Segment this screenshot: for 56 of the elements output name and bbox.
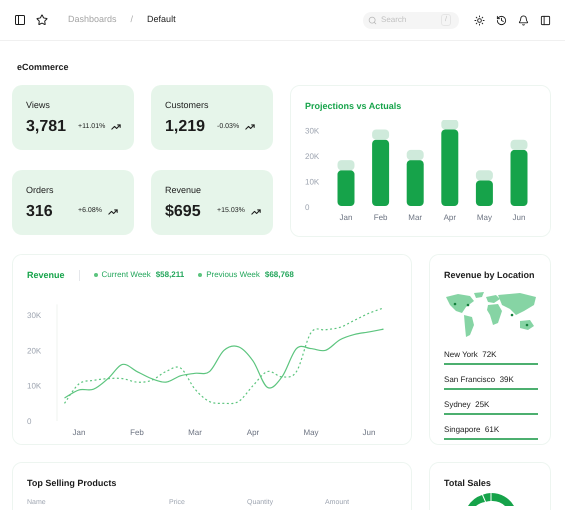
axis-label: 30K (305, 126, 320, 136)
axis-label: Mar (188, 428, 202, 437)
stat-value: 316 (26, 202, 54, 222)
search-icon (368, 16, 377, 24)
card-title: Top Selling Products (27, 477, 116, 489)
trend-up-icon (108, 206, 118, 216)
chart-title: Projections vs Actuals (305, 100, 402, 112)
axis-label: 20K (27, 346, 42, 356)
panel-icon[interactable] (540, 14, 551, 26)
axis-label: May (303, 428, 319, 437)
trend-up-icon (111, 122, 122, 132)
axis-label: Jan (72, 428, 86, 437)
axis-label: 10K (305, 178, 320, 186)
breadcrumb[interactable]: Dashboards (68, 13, 117, 27)
legend-label: Current Week (102, 269, 151, 281)
bell-icon[interactable] (518, 14, 529, 26)
stat-label: Customers (165, 99, 209, 111)
sidebar-toggle-icon[interactable] (14, 14, 26, 26)
axis-label: Apr (444, 213, 456, 222)
card-title: Revenue by Location (444, 269, 535, 281)
axis-label: Jun (362, 428, 376, 437)
axis-label: 10K (27, 382, 42, 391)
sun-icon[interactable] (474, 14, 485, 26)
stat-value: 3,781 (26, 117, 68, 137)
stat-value: $695 (165, 202, 202, 222)
axis-label: Feb (374, 213, 388, 222)
stat-label: Views (26, 99, 50, 111)
breadcrumb-separator: / (130, 13, 134, 26)
trend-up-icon (250, 206, 261, 216)
chart-title: Revenue (27, 269, 65, 281)
legend-label: Previous Week (206, 269, 260, 281)
legend-value: $58,211 (156, 269, 184, 281)
axis-label: May (476, 213, 492, 222)
star-icon[interactable] (36, 14, 48, 26)
stat-label: Orders (26, 184, 54, 196)
axis-label: 30K (27, 311, 42, 320)
card-title: Total Sales (444, 477, 491, 489)
location-label: Singapore 61K (444, 424, 500, 435)
axis-label: Mar (408, 213, 422, 222)
axis-label: Feb (130, 428, 144, 437)
axis-label: 0 (305, 203, 310, 212)
location-label: New York 72K (444, 349, 496, 360)
axis-label: 20K (305, 152, 320, 161)
stat-value: 1,219 (165, 117, 206, 137)
history-icon[interactable] (496, 14, 507, 26)
legend-value: $68,768 (264, 269, 294, 281)
location-label: Sydney 25K (444, 399, 490, 410)
stat-label: Revenue (165, 184, 202, 196)
page-title: eCommerce (16, 61, 70, 73)
axis-label: Jun (512, 213, 526, 222)
location-label: San Francisco 39K (444, 374, 514, 385)
axis-label: 0 (27, 417, 32, 426)
axis-label: Jan (340, 213, 352, 222)
trend-up-icon (245, 122, 256, 132)
axis-label: Apr (246, 428, 260, 437)
breadcrumb[interactable]: Default (147, 13, 176, 27)
